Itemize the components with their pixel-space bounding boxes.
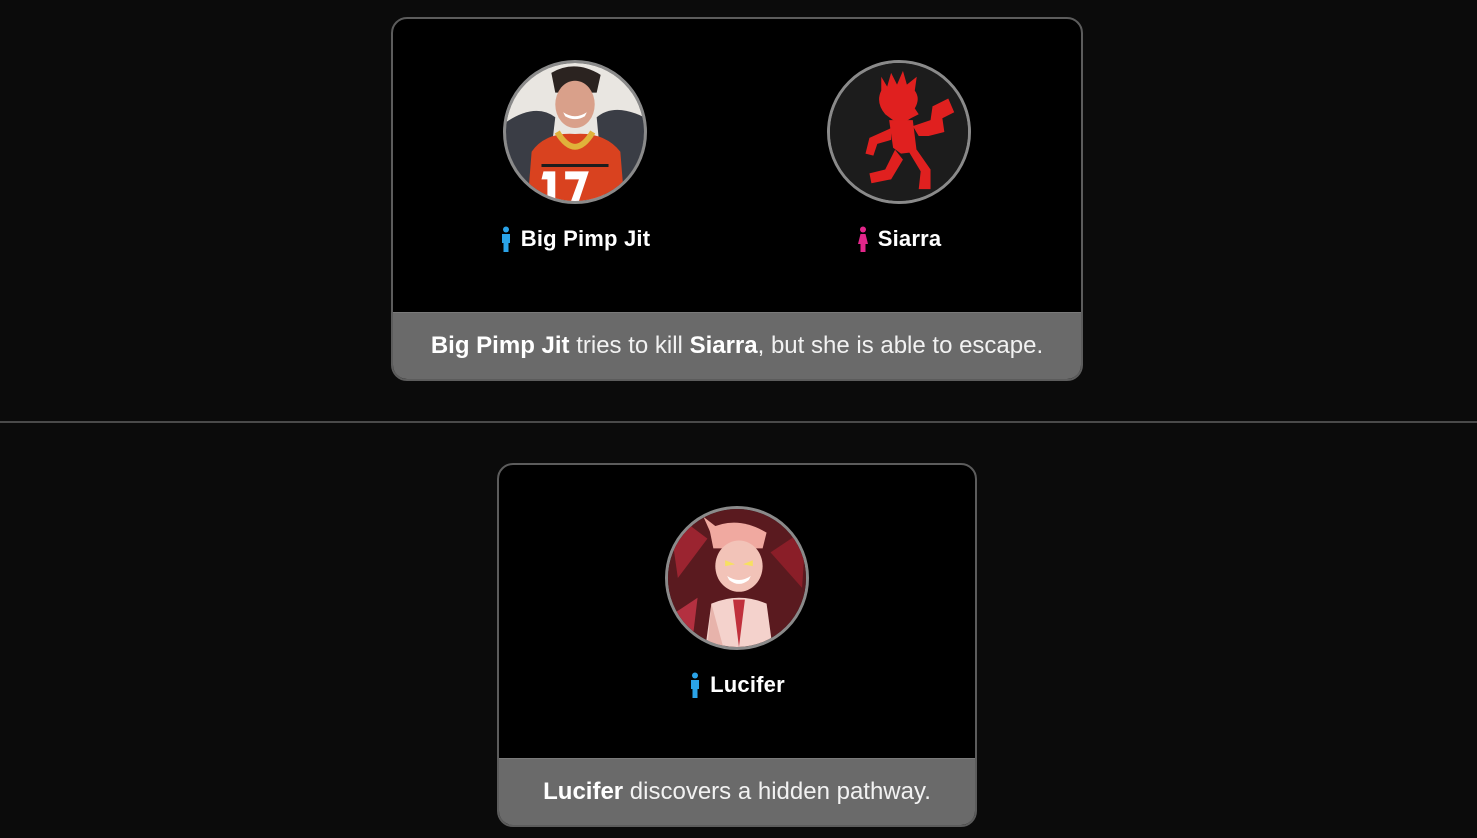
player-name-row: Lucifer [689,672,785,698]
player-avatar [827,60,971,204]
page: Big Pimp Jit Siarra Big Pimp Jit tries t… [0,0,1477,838]
player-avatar [503,60,647,204]
hatchetman-avatar-icon [830,63,968,201]
event-card: Big Pimp Jit Siarra Big Pimp Jit tries t… [391,17,1083,381]
event-caption: Big Pimp Jit tries to kill Siarra, but s… [393,312,1081,379]
player-slot: Siarra [737,19,1061,315]
caption-actor: Lucifer [543,778,624,805]
demon-character-avatar-icon [668,509,806,647]
event-caption: Lucifer discovers a hidden pathway. [499,758,975,825]
divider [0,421,1477,423]
player-slot: Big Pimp Jit [413,19,737,315]
player-name-row: Big Pimp Jit [500,226,651,252]
player-name: Big Pimp Jit [520,226,651,251]
player-name: Lucifer [710,672,785,697]
players-row: Big Pimp Jit Siarra [393,19,1081,315]
player-avatar [665,506,809,650]
player-slot: Lucifer [587,465,887,761]
caption-text: , but she is able to escape. [757,332,1044,359]
player-name: Siarra [877,226,942,251]
player-name-row: Siarra [857,226,942,252]
caption-text: tries to kill [569,332,690,359]
caption-target: Siarra [689,332,758,359]
female-icon [857,226,869,252]
players-row: Lucifer [499,465,975,761]
male-icon [500,226,512,252]
caption-text: discovers a hidden pathway. [623,778,931,805]
event-card: Lucifer Lucifer discovers a hidden pathw… [497,463,977,827]
male-icon [689,672,701,698]
caption-actor: Big Pimp Jit [430,332,570,359]
football-player-avatar-icon [506,63,644,201]
